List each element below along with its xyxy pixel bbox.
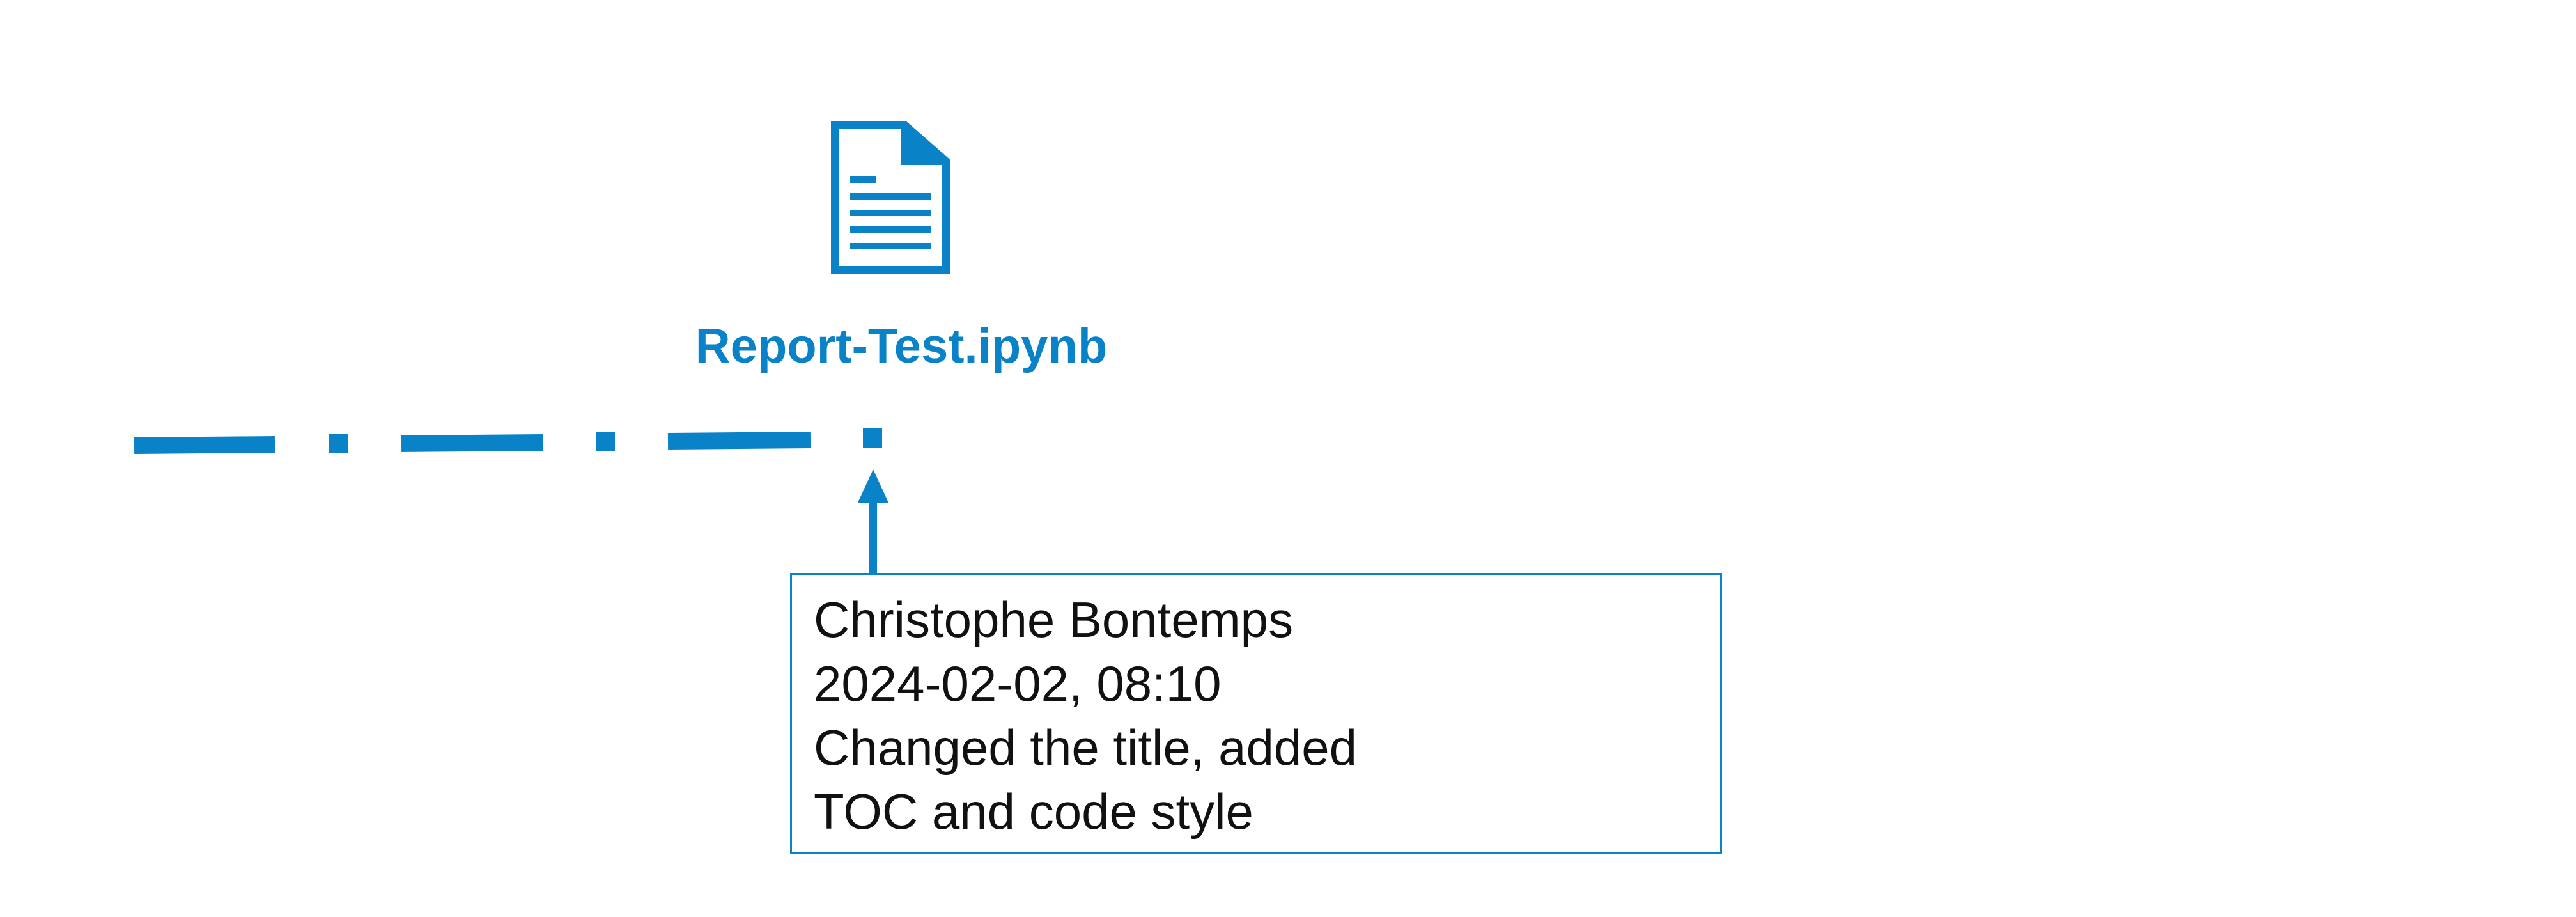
document-icon[interactable] [831, 121, 951, 274]
comment-message-line-2: TOC and code style [814, 783, 1253, 840]
document-icon-graphic [831, 121, 950, 274]
timeline-dot-2 [596, 432, 615, 451]
comment-message-line-1: Changed the title, added [814, 719, 1358, 776]
commit-comment-box: Christophe Bontemps 2024-02-02, 08:10 Ch… [790, 573, 1722, 854]
timeline-dash-2 [401, 434, 544, 452]
timeline-commit-dot[interactable] [863, 428, 882, 448]
commit-diagram: Report-Test.ipynb Christophe Bontemps 20… [0, 0, 2576, 917]
comment-arrow-head [858, 469, 888, 503]
file-name-label[interactable]: Report-Test.ipynb [639, 318, 1163, 374]
comment-timestamp: 2024-02-02, 08:10 [814, 655, 1222, 712]
timeline-dash-3 [667, 432, 811, 450]
timeline-dash-1 [134, 436, 275, 454]
timeline-dot-1 [329, 434, 348, 453]
comment-author: Christophe Bontemps [814, 592, 1294, 648]
